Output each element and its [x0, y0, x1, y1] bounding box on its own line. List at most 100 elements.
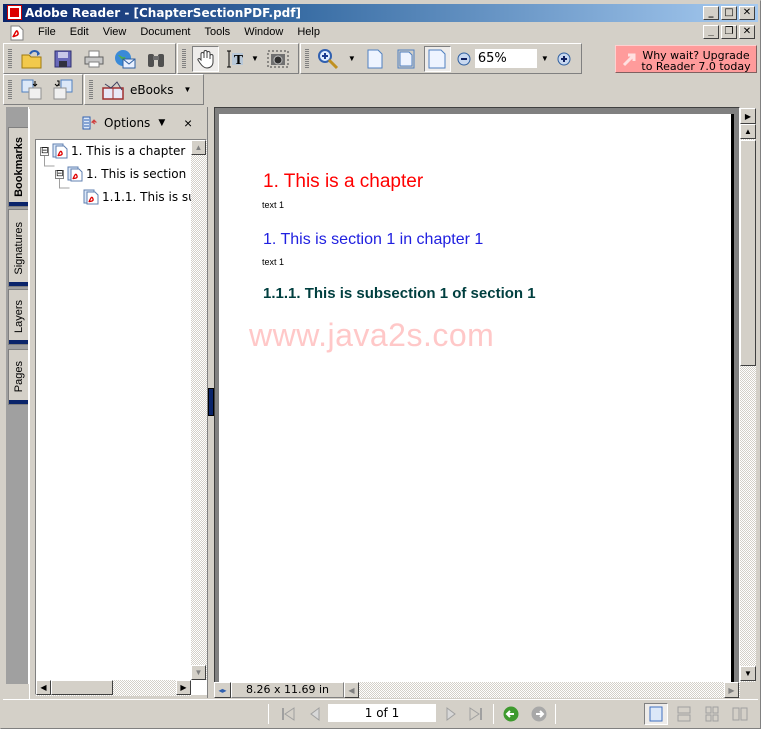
- print-button[interactable]: [80, 46, 107, 72]
- pdf-document-icon[interactable]: [9, 25, 25, 41]
- menu-document[interactable]: Document: [133, 23, 197, 42]
- document-restore-button[interactable]: ❐: [721, 25, 737, 39]
- toolbar-grip[interactable]: [8, 79, 12, 100]
- continuous-facing-layout-button[interactable]: [700, 703, 724, 725]
- basic-tools-toolbar: T ▼: [177, 43, 299, 74]
- horizontal-scroll-thumb[interactable]: [51, 680, 113, 695]
- menu-edit[interactable]: Edit: [63, 23, 96, 42]
- ebooks-label[interactable]: eBooks: [130, 83, 174, 97]
- collapse-toggle[interactable]: ⊟: [40, 146, 49, 156]
- last-page-button[interactable]: [468, 706, 484, 722]
- hand-tool-button[interactable]: [192, 45, 219, 72]
- toolbar-grip[interactable]: [304, 48, 309, 69]
- zoom-in-button[interactable]: [555, 46, 573, 72]
- ebooks-toolbar: eBooks ▼: [84, 74, 205, 105]
- scroll-up-button[interactable]: ▲: [191, 140, 206, 155]
- menu-window[interactable]: Window: [237, 23, 290, 42]
- separator: [268, 704, 269, 724]
- go-back-button[interactable]: [503, 706, 519, 722]
- select-tool-dropdown-icon[interactable]: ▼: [251, 54, 259, 63]
- watermark-text: www.java2s.com: [249, 317, 495, 353]
- options-menu-button[interactable]: Options ▼: [82, 116, 165, 130]
- zoom-level-dropdown-icon[interactable]: ▼: [541, 54, 549, 63]
- collapse-toggle[interactable]: ⊟: [55, 169, 64, 179]
- continuous-layout-button[interactable]: [672, 703, 696, 725]
- scroll-left-button[interactable]: ◀: [36, 680, 51, 695]
- bookmarks-vertical-scrollbar[interactable]: [191, 140, 207, 680]
- single-page-icon: [649, 706, 663, 722]
- fit-page-button[interactable]: [393, 46, 420, 72]
- toolbar-grip[interactable]: [182, 48, 186, 69]
- separator: [555, 704, 556, 724]
- select-text-tool-button[interactable]: T: [223, 46, 245, 72]
- panel-close-button[interactable]: ×: [184, 115, 192, 131]
- go-forward-icon: [531, 706, 547, 722]
- next-page-button[interactable]: [443, 706, 459, 722]
- go-forward-button[interactable]: [531, 706, 547, 722]
- actual-size-button[interactable]: [362, 46, 389, 72]
- upgrade-reader-button[interactable]: Why wait? Upgrade to Reader 7.0 today: [615, 45, 757, 73]
- select-text-tool-icon: T: [227, 50, 243, 67]
- document-scroll-thumb[interactable]: [740, 140, 756, 366]
- print-icon: [84, 50, 103, 67]
- document-scroll-right-button[interactable]: ▶: [724, 682, 739, 698]
- menu-tools[interactable]: Tools: [198, 23, 238, 42]
- upgrade-line-2: to Reader 7.0 today: [641, 60, 751, 73]
- fit-page-icon: [397, 49, 415, 68]
- save-button[interactable]: [49, 46, 76, 72]
- toolbar-grip[interactable]: [89, 79, 93, 100]
- ebooks-button[interactable]: [99, 77, 126, 103]
- rotate-clockwise-button[interactable]: [18, 77, 45, 103]
- svg-text:T: T: [234, 53, 243, 67]
- window-minimize-button[interactable]: _: [703, 6, 719, 20]
- window-close-button[interactable]: ✕: [739, 6, 755, 20]
- zoom-level-input[interactable]: 65%: [474, 49, 537, 68]
- open-button[interactable]: [18, 46, 45, 72]
- menu-file[interactable]: File: [31, 23, 63, 42]
- zoom-in-magnifier-icon: [318, 48, 339, 69]
- tab-signatures[interactable]: Signatures: [8, 209, 28, 287]
- email-icon: [114, 49, 135, 68]
- scroll-right-button[interactable]: ▶: [176, 680, 191, 695]
- page-number-input[interactable]: 1 of 1: [328, 704, 436, 722]
- bookmark-item[interactable]: ⊟ 1. This is a chapter: [40, 142, 185, 160]
- menu-view[interactable]: View: [96, 23, 134, 42]
- rotate-counterclockwise-button[interactable]: [49, 77, 76, 103]
- window-maximize-button[interactable]: □: [721, 6, 737, 20]
- single-page-layout-button[interactable]: [644, 703, 668, 725]
- document-scroll-down-button[interactable]: ▼: [740, 666, 756, 681]
- toolbar-grip[interactable]: [8, 48, 12, 69]
- ebooks-dropdown-icon[interactable]: ▼: [184, 85, 192, 94]
- document-minimize-button[interactable]: _: [703, 25, 719, 39]
- file-toolbar: [3, 43, 176, 74]
- pdf-page: 1. This is a chapter text 1 1. This is s…: [219, 114, 734, 689]
- scroll-down-button[interactable]: ▼: [191, 665, 206, 680]
- hand-tool-icon: [196, 49, 213, 69]
- fit-width-button[interactable]: [423, 45, 451, 72]
- document-scroll-up-button[interactable]: ▲: [740, 124, 756, 139]
- zoom-out-button[interactable]: [455, 46, 473, 72]
- snapshot-tool-button[interactable]: [265, 46, 292, 72]
- tab-pages[interactable]: Pages: [8, 349, 28, 405]
- first-page-button[interactable]: [280, 706, 296, 722]
- panel-splitter[interactable]: [207, 107, 214, 698]
- save-icon: [54, 50, 71, 67]
- zoom-tool-dropdown-icon[interactable]: ▼: [348, 54, 356, 63]
- tab-bookmarks[interactable]: Bookmarks: [8, 127, 28, 207]
- email-button[interactable]: [111, 46, 138, 72]
- split-view-icon[interactable]: ◂▸: [214, 682, 231, 698]
- document-scroll-left-button[interactable]: ◀: [344, 682, 359, 698]
- toolbar-row-1: T ▼ ▼ 65% ▼: [3, 43, 583, 76]
- previous-page-button[interactable]: [307, 706, 323, 722]
- bookmarks-panel: Options ▼ × ⊟ 1. This is a chapter ⊟ 1. …: [29, 109, 332, 700]
- facing-layout-button[interactable]: [728, 703, 752, 725]
- bookmark-pdf-icon: [52, 143, 68, 159]
- document-close-button[interactable]: ✕: [739, 25, 755, 39]
- search-button[interactable]: [142, 46, 169, 72]
- menu-help[interactable]: Help: [290, 23, 327, 42]
- tab-layers[interactable]: Layers: [8, 289, 28, 345]
- zoom-in-tool-button[interactable]: [315, 46, 342, 72]
- show-nav-pane-arrow[interactable]: ▶: [740, 108, 756, 124]
- toolbar-row-2: eBooks ▼: [3, 74, 205, 107]
- document-status-row: ◂▸ 8.26 x 11.69 in ◀ ▶: [214, 682, 740, 698]
